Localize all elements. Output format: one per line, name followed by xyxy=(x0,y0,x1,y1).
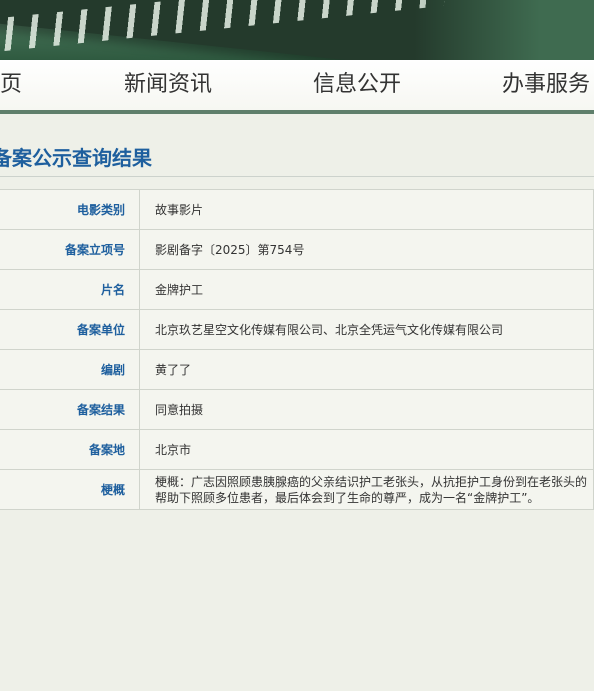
field-value: 影剧备字〔2025〕第754号 xyxy=(139,229,594,270)
table-row: 梗概 梗概：广志因照顾患胰腺癌的父亲结识护工老张头，从抗拒护工身份到在老张头的帮… xyxy=(0,469,594,510)
field-value: 金牌护工 xyxy=(139,269,594,310)
nav-item-home[interactable]: 页 xyxy=(0,60,22,110)
table-row: 编剧 黄了了 xyxy=(0,349,594,390)
nav-item-services[interactable]: 办事服务 xyxy=(502,60,590,110)
table-row: 备案单位 北京玖艺星空文化传媒有限公司、北京全凭运气文化传媒有限公司 xyxy=(0,309,594,350)
table-row: 备案地 北京市 xyxy=(0,429,594,470)
title-divider xyxy=(0,176,594,177)
nav-item-news[interactable]: 新闻资讯 xyxy=(124,60,212,110)
field-label: 电影类别 xyxy=(0,189,140,230)
table-row: 备案立项号 影剧备字〔2025〕第754号 xyxy=(0,229,594,270)
field-value: 同意拍摄 xyxy=(139,389,594,430)
header-banner xyxy=(0,0,594,60)
synopsis-value: 梗概：广志因照顾患胰腺癌的父亲结识护工老张头，从抗拒护工身份到在老张头的帮助下照… xyxy=(139,469,594,510)
field-value: 北京市 xyxy=(139,429,594,470)
main-nav: 页 新闻资讯 信息公开 办事服务 xyxy=(0,60,594,114)
banner-shade xyxy=(414,0,594,60)
field-label: 片名 xyxy=(0,269,140,310)
field-label: 备案结果 xyxy=(0,389,140,430)
field-label: 备案立项号 xyxy=(0,229,140,270)
table-row: 电影类别 故事影片 xyxy=(0,189,594,230)
field-label: 备案单位 xyxy=(0,309,140,350)
field-value: 黄了了 xyxy=(139,349,594,390)
page-title: 备案公示查询结果 xyxy=(0,146,152,170)
table-row: 备案结果 同意拍摄 xyxy=(0,389,594,430)
nav-item-info-disclosure[interactable]: 信息公开 xyxy=(313,60,401,110)
field-label: 编剧 xyxy=(0,349,140,390)
field-value: 北京玖艺星空文化传媒有限公司、北京全凭运气文化传媒有限公司 xyxy=(139,309,594,350)
field-value: 故事影片 xyxy=(139,189,594,230)
table-row: 片名 金牌护工 xyxy=(0,269,594,310)
field-label: 备案地 xyxy=(0,429,140,470)
field-label: 梗概 xyxy=(0,469,140,510)
record-table: 电影类别 故事影片 备案立项号 影剧备字〔2025〕第754号 片名 金牌护工 … xyxy=(0,189,594,510)
